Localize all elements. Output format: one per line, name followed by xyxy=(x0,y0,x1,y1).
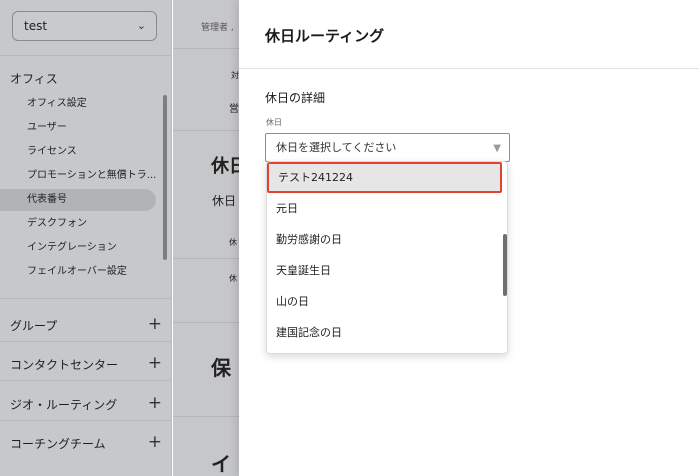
workspace-select-value: test xyxy=(24,19,48,33)
sidebar-group-label: グループ xyxy=(10,319,58,333)
sidebar-divider xyxy=(0,298,172,299)
section-heading: イ xyxy=(211,452,231,476)
chevron-down-icon: ⌄ xyxy=(136,19,146,32)
sidebar-scrollbar[interactable] xyxy=(163,95,167,260)
sidebar-group-coaching-teams[interactable]: コーチングチーム + xyxy=(10,432,162,452)
breadcrumb: 管理者 , xyxy=(201,23,234,33)
dropdown-option-labor-thanksgiving[interactable]: 勤労感謝の日 xyxy=(267,224,499,255)
section-heading: 保 xyxy=(211,356,231,380)
header-divider xyxy=(173,48,239,49)
sidebar-divider xyxy=(0,341,172,342)
dropdown-option-test-241224[interactable]: テスト241224 xyxy=(267,162,502,193)
dropdown-option-mountain-day[interactable]: 山の日 xyxy=(267,286,499,317)
section-subheading: 休日 xyxy=(212,194,237,208)
sidebar-group-groups[interactable]: グループ + xyxy=(10,314,162,334)
plus-icon[interactable]: + xyxy=(148,353,162,373)
sidebar-group-contact-center[interactable]: コンタクトセンター + xyxy=(10,353,162,373)
drawer-title: 休日ルーティング xyxy=(265,27,385,45)
holiday-routing-drawer: 休日ルーティング 休日の詳細 休日 休日を選択してください ▼ テスト24122… xyxy=(239,0,699,476)
sidebar-divider xyxy=(0,380,172,381)
background-text-fragment: 対 xyxy=(231,71,239,80)
sidebar-item-users[interactable]: ユーザー xyxy=(0,117,156,139)
holiday-details-title: 休日の詳細 xyxy=(265,91,326,105)
drawer-header-divider xyxy=(239,68,699,69)
content-divider xyxy=(173,258,239,259)
holiday-select[interactable]: 休日を選択してください ▼ xyxy=(265,133,510,162)
sidebar-divider xyxy=(0,55,172,56)
holiday-select-placeholder: 休日を選択してください xyxy=(276,141,397,154)
sidebar-group-label: コーチングチーム xyxy=(10,437,106,451)
sidebar-group-geo-routing[interactable]: ジオ・ルーティング + xyxy=(10,393,162,413)
sidebar-divider xyxy=(0,420,172,421)
holiday-field-label: 休日 xyxy=(266,118,282,127)
plus-icon[interactable]: + xyxy=(148,314,162,334)
sidebar-item-failover[interactable]: フェイルオーバー設定 xyxy=(0,261,156,283)
sidebar-section-title[interactable]: オフィス xyxy=(10,70,58,87)
sidebar-item-main-number[interactable]: 代表番号 xyxy=(0,189,156,211)
table-cell: 休 xyxy=(229,274,237,283)
dropdown-option-new-year[interactable]: 元日 xyxy=(267,193,499,224)
sidebar-group-label: コンタクトセンター xyxy=(10,358,119,372)
table-cell: 休 xyxy=(229,238,237,247)
sidebar-group-label: ジオ・ルーティング xyxy=(10,398,118,412)
plus-icon[interactable]: + xyxy=(148,432,162,452)
content-divider xyxy=(173,416,239,417)
holiday-dropdown-list: テスト241224 元日 勤労感謝の日 天皇誕生日 山の日 建国記念の日 xyxy=(266,161,508,354)
sidebar-item-promotions[interactable]: プロモーションと無償トラ... xyxy=(0,165,156,187)
caret-down-icon: ▼ xyxy=(493,143,501,154)
plus-icon[interactable]: + xyxy=(148,393,162,413)
background-text-fragment: 営 xyxy=(229,104,239,115)
dropdown-scrollbar[interactable] xyxy=(503,234,507,296)
sidebar-item-licenses[interactable]: ライセンス xyxy=(0,141,156,163)
workspace-select[interactable]: test ⌄ xyxy=(12,11,157,41)
dropdown-option-foundation-day[interactable]: 建国記念の日 xyxy=(267,317,499,348)
sidebar-item-integrations[interactable]: インテグレーション xyxy=(0,237,156,259)
sidebar: test ⌄ オフィス オフィス設定 ユーザー ライセンス プロモーションと無償… xyxy=(0,0,172,476)
sidebar-item-desk-phones[interactable]: デスクフォン xyxy=(0,213,156,235)
content-divider xyxy=(173,322,239,323)
section-heading: 休日 xyxy=(211,156,239,177)
content-divider xyxy=(173,130,239,131)
dropdown-option-emperor-birthday[interactable]: 天皇誕生日 xyxy=(267,255,499,286)
sidebar-item-office-settings[interactable]: オフィス設定 xyxy=(0,93,156,115)
background-content: 管理者 , 対 営 休日 休日 休 休 保 イ xyxy=(173,0,239,476)
